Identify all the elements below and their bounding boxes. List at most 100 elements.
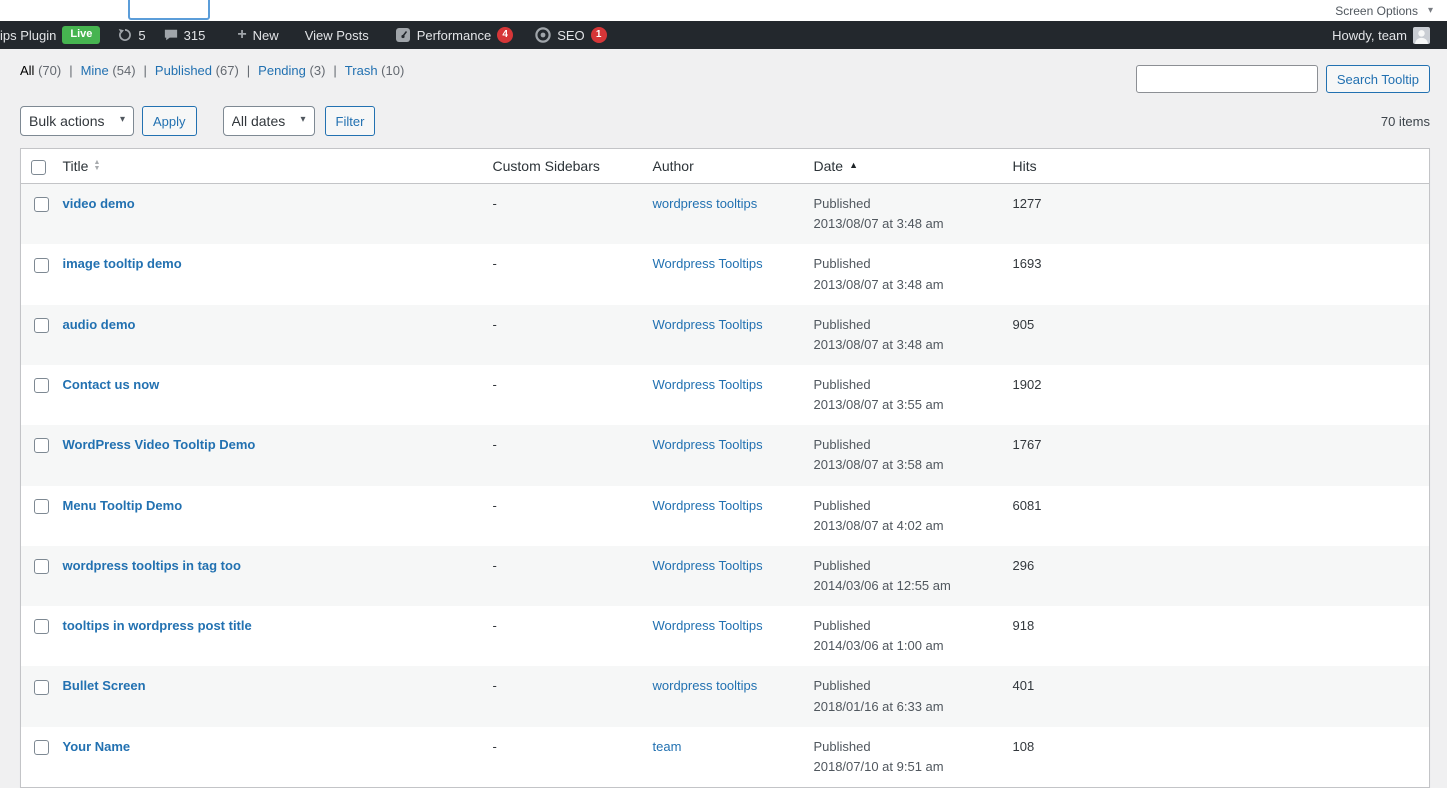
post-date: 2013/08/07 at 3:58 am xyxy=(814,457,944,472)
admin-bar-performance[interactable]: Performance 4 xyxy=(386,21,522,49)
row-checkbox[interactable] xyxy=(34,318,49,333)
hits-value: 1277 xyxy=(1003,184,1430,245)
post-date: 2013/08/07 at 3:48 am xyxy=(814,277,944,292)
author-link[interactable]: wordpress tooltips xyxy=(653,196,758,211)
post-status: Published xyxy=(814,437,871,452)
date-cell: Published 2013/08/07 at 3:48 am xyxy=(804,244,1003,304)
post-title-link[interactable]: wordpress tooltips in tag too xyxy=(63,558,241,573)
table-body: video demo - wordpress tooltips Publishe… xyxy=(21,184,1430,788)
date-cell: Published 2013/08/07 at 4:02 am xyxy=(804,486,1003,546)
header-hits: Hits xyxy=(1003,149,1430,184)
post-title-link[interactable]: Your Name xyxy=(63,739,131,754)
comments-count: 315 xyxy=(184,28,206,43)
post-title-link[interactable]: Menu Tooltip Demo xyxy=(63,498,183,513)
post-title-link[interactable]: image tooltip demo xyxy=(63,256,182,271)
hits-value: 6081 xyxy=(1003,486,1430,546)
seo-badge: 1 xyxy=(591,27,607,43)
post-date: 2014/03/06 at 1:00 am xyxy=(814,638,944,653)
view-separator: | xyxy=(69,63,72,78)
custom-sidebars-value: - xyxy=(483,244,643,304)
row-checkbox[interactable] xyxy=(34,559,49,574)
focused-tab-outline[interactable] xyxy=(128,0,210,20)
top-strip: Screen Options ▾ xyxy=(0,0,1447,21)
custom-sidebars-value: - xyxy=(483,305,643,365)
row-checkbox[interactable] xyxy=(34,258,49,273)
admin-bar-site-name[interactable]: ips Plugin Live xyxy=(0,21,109,49)
post-date: 2014/03/06 at 12:55 am xyxy=(814,578,951,593)
post-title-link[interactable]: Bullet Screen xyxy=(63,678,146,693)
view-separator: | xyxy=(144,63,147,78)
dates-filter-select[interactable]: All dates xyxy=(223,106,315,136)
select-all-checkbox[interactable] xyxy=(31,160,46,175)
bulk-actions-select[interactable]: Bulk actions xyxy=(20,106,134,136)
row-checkbox[interactable] xyxy=(34,438,49,453)
row-checkbox[interactable] xyxy=(34,619,49,634)
search-submit-button[interactable]: Search Tooltip xyxy=(1326,65,1430,93)
view-trash-link[interactable]: Trash xyxy=(345,63,378,78)
admin-bar-updates[interactable]: 5 xyxy=(109,21,154,49)
post-title-link[interactable]: Contact us now xyxy=(63,377,160,392)
sort-desc-icon: ▼ xyxy=(93,166,100,172)
author-link[interactable]: Wordpress Tooltips xyxy=(653,498,763,513)
admin-bar-comments[interactable]: 315 xyxy=(155,21,215,49)
apply-button[interactable]: Apply xyxy=(142,106,197,136)
custom-sidebars-value: - xyxy=(483,365,643,425)
row-checkbox[interactable] xyxy=(34,740,49,755)
post-title-link[interactable]: tooltips in wordpress post title xyxy=(63,618,252,633)
post-status: Published xyxy=(814,618,871,633)
sort-by-title[interactable]: Title ▲▼ xyxy=(63,157,101,175)
date-cell: Published 2013/08/07 at 3:48 am xyxy=(804,305,1003,365)
header-custom-sidebars: Custom Sidebars xyxy=(483,149,643,184)
screen-options-toggle[interactable]: Screen Options ▾ xyxy=(1329,0,1439,21)
bulk-actions-select-wrap: Bulk actions xyxy=(20,106,134,136)
post-title-link[interactable]: WordPress Video Tooltip Demo xyxy=(63,437,256,452)
post-date: 2018/01/16 at 6:33 am xyxy=(814,699,944,714)
row-checkbox[interactable] xyxy=(34,378,49,393)
author-link[interactable]: Wordpress Tooltips xyxy=(653,256,763,271)
items-count: 70 items xyxy=(1381,114,1430,129)
view-pending-count: (3) xyxy=(310,63,326,78)
author-link[interactable]: Wordpress Tooltips xyxy=(653,317,763,332)
admin-bar-view-posts[interactable]: View Posts xyxy=(296,21,378,49)
post-status: Published xyxy=(814,678,871,693)
content-area: All (70)|Mine (54)|Published (67)|Pendin… xyxy=(0,49,1447,788)
row-checkbox[interactable] xyxy=(34,680,49,695)
admin-bar-seo[interactable]: SEO 1 xyxy=(526,21,615,49)
view-mine-link[interactable]: Mine xyxy=(81,63,109,78)
search-input[interactable] xyxy=(1136,65,1318,93)
sorted-asc-icon: ▲ xyxy=(849,160,858,172)
date-cell: Published 2014/03/06 at 1:00 am xyxy=(804,606,1003,666)
author-link[interactable]: Wordpress Tooltips xyxy=(653,618,763,633)
author-link[interactable]: team xyxy=(653,739,682,754)
filter-button[interactable]: Filter xyxy=(325,106,376,136)
post-title-link[interactable]: audio demo xyxy=(63,317,136,332)
header-title-label: Title xyxy=(63,157,89,175)
view-separator: | xyxy=(333,63,336,78)
author-link[interactable]: Wordpress Tooltips xyxy=(653,437,763,452)
view-mine-count: (54) xyxy=(112,63,135,78)
view-all-link[interactable]: All xyxy=(20,63,34,78)
admin-bar-new[interactable]: + New xyxy=(228,21,287,49)
custom-sidebars-value: - xyxy=(483,486,643,546)
author-link[interactable]: Wordpress Tooltips xyxy=(653,558,763,573)
table-row: wordpress tooltips in tag too - Wordpres… xyxy=(21,546,1430,606)
view-pending-link[interactable]: Pending xyxy=(258,63,306,78)
view-published-link[interactable]: Published xyxy=(155,63,212,78)
post-status: Published xyxy=(814,739,871,754)
custom-sidebars-value: - xyxy=(483,425,643,485)
post-title-link[interactable]: video demo xyxy=(63,196,135,211)
post-status: Published xyxy=(814,317,871,332)
sort-by-date[interactable]: Date ▲ xyxy=(814,157,859,175)
date-cell: Published 2018/07/10 at 9:51 am xyxy=(804,727,1003,788)
date-cell: Published 2013/08/07 at 3:55 am xyxy=(804,365,1003,425)
author-link[interactable]: wordpress tooltips xyxy=(653,678,758,693)
table-row: Your Name - team Published 2018/07/10 at… xyxy=(21,727,1430,788)
post-status: Published xyxy=(814,377,871,392)
admin-bar-right: Howdy, team xyxy=(1323,21,1447,49)
admin-bar-account[interactable]: Howdy, team xyxy=(1323,21,1439,49)
performance-icon xyxy=(395,27,411,43)
row-checkbox[interactable] xyxy=(34,197,49,212)
author-link[interactable]: Wordpress Tooltips xyxy=(653,377,763,392)
row-checkbox[interactable] xyxy=(34,499,49,514)
post-date: 2013/08/07 at 3:48 am xyxy=(814,337,944,352)
